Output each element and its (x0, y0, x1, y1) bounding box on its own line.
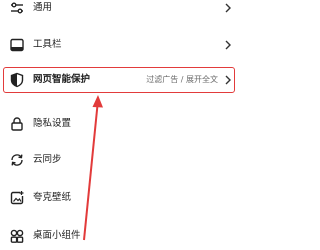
settings-item-label: 桌面小组件 (33, 230, 81, 241)
settings-item-privacy[interactable]: 隐私设置 (0, 106, 240, 142)
settings-item-widgets[interactable]: 桌面小组件 (0, 218, 240, 250)
chevron-right-icon (224, 39, 232, 51)
settings-item-label: 工具栏 (33, 39, 62, 50)
settings-item-label: 网页智能保护 (33, 74, 91, 85)
shield-icon (8, 71, 26, 89)
lock-icon (8, 115, 26, 133)
settings-item-cloud-sync[interactable]: 云同步 (0, 142, 240, 178)
settings-item-hint: 过滤广告 / 展开全文 (146, 75, 218, 84)
sliders-icon (8, 0, 26, 17)
chevron-right-icon (224, 74, 232, 86)
settings-item-label: 隐私设置 (33, 118, 72, 129)
settings-item-label: 通用 (33, 2, 53, 13)
settings-item-label: 夸克壁纸 (33, 192, 72, 203)
settings-item-wallpaper[interactable]: 夸克壁纸 (0, 180, 240, 216)
settings-item-web-protection[interactable]: 网页智能保护 过滤广告 / 展开全文 (0, 62, 240, 98)
settings-item-label: 云同步 (33, 154, 62, 165)
settings-item-toolbar[interactable]: 工具栏 (0, 27, 240, 63)
chevron-right-icon (224, 2, 232, 14)
settings-screen: 通用 工具栏 网页智能保护 过滤广告 / 展开全文 隐私设置 云同步 夸克壁纸 … (0, 0, 240, 250)
wallpaper-icon (8, 189, 26, 207)
toolbar-icon (8, 36, 26, 54)
widgets-icon (8, 227, 26, 245)
settings-item-general[interactable]: 通用 (0, 0, 240, 26)
sync-icon (8, 151, 26, 169)
